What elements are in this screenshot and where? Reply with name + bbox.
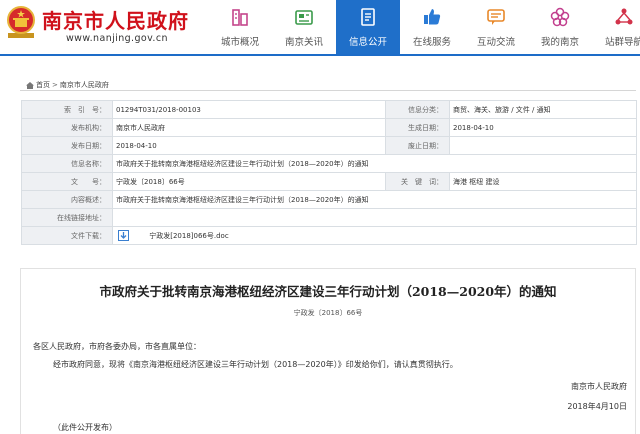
breadcrumb-current[interactable]: 南京市人民政府 xyxy=(60,80,109,90)
issuer-label: 发布机构： xyxy=(21,118,113,137)
created-date-value: 2018-04-10 xyxy=(449,118,637,137)
article-doc-number: 宁政发〔2018〕66号 xyxy=(293,309,363,317)
main-nav: 城市概况 南京关讯 信息公开 在线服务 互动交流 我的南京 站群导航 xyxy=(208,0,640,54)
breadcrumb-separator: > xyxy=(52,81,58,89)
nav-label: 城市概况 xyxy=(220,37,259,48)
publish-date-label: 发布日期： xyxy=(21,136,113,155)
site-title[interactable]: 南京市人民政府 xyxy=(42,5,189,34)
table-row: 文 号： 宁政发〔2018〕66号 关 键 词： 海港 枢纽 建设 xyxy=(21,172,637,191)
breadcrumb: 首页 > 南京市人民政府 xyxy=(26,80,109,90)
site-header: 南京市人民政府 www.nanjing.gov.cn 城市概况 南京关讯 信息公… xyxy=(0,0,640,56)
nav-label: 南京关讯 xyxy=(284,37,323,48)
article-title: 市政府关于批转南京海港枢纽经济区建设三年行动计划（2018—2020年）的通知 xyxy=(99,284,557,299)
abolish-date-label: 废止日期： xyxy=(385,136,450,155)
nav-label: 在线服务 xyxy=(412,37,451,48)
nav-item-city-overview[interactable]: 城市概况 xyxy=(208,0,272,54)
download-icon[interactable] xyxy=(118,230,129,241)
download-label: 文件下载： xyxy=(21,226,113,245)
flower-icon xyxy=(550,7,570,27)
online-link-value xyxy=(112,208,637,227)
nav-item-my-nanjing[interactable]: 我的南京 xyxy=(528,0,592,54)
abolish-date-value xyxy=(449,136,637,155)
document-icon xyxy=(361,8,375,26)
network-icon xyxy=(615,8,633,25)
issuer-value: 南京市人民政府 xyxy=(112,118,386,137)
online-link-label: 在线链接地址： xyxy=(21,208,113,227)
index-label: 索 引 号： xyxy=(21,100,113,119)
site-url: www.nanjing.gov.cn xyxy=(66,33,168,44)
table-row: 发布机构： 南京市人民政府 生成日期： 2018-04-10 xyxy=(21,118,637,137)
doc-number-label: 文 号： xyxy=(21,172,113,191)
nav-label: 我的南京 xyxy=(540,37,579,48)
created-date-label: 生成日期： xyxy=(385,118,450,137)
download-file-link[interactable]: 宁政发[2018]066号.doc xyxy=(149,232,228,240)
nav-item-info-disclosure[interactable]: 信息公开 xyxy=(336,0,400,54)
nav-label: 互动交流 xyxy=(476,37,515,48)
doc-number-value: 宁政发〔2018〕66号 xyxy=(112,172,386,191)
table-row: 索 引 号： 01294T031/2018-00103 信息分类： 商贸、海关、… xyxy=(21,100,637,119)
keywords-value: 海港 枢纽 建设 xyxy=(449,172,637,191)
nav-item-nanjing-news[interactable]: 南京关讯 xyxy=(272,0,336,54)
home-icon xyxy=(26,81,34,89)
nav-label: 信息公开 xyxy=(348,37,387,48)
thumbs-up-icon xyxy=(424,9,441,25)
table-row: 文件下载： 宁政发[2018]066号.doc xyxy=(21,226,637,245)
category-value: 商贸、海关、旅游 / 文件 / 通知 xyxy=(449,100,637,119)
summary-value: 市政府关于批转南京海港枢纽经济区建设三年行动计划（2018—2020年）的通知 xyxy=(112,190,637,209)
article-date: 2018年4月10日 xyxy=(567,402,627,411)
nav-item-interaction[interactable]: 互动交流 xyxy=(464,0,528,54)
chat-icon xyxy=(487,9,505,25)
table-row: 内容概述： 市政府关于批转南京海港枢纽经济区建设三年行动计划（2018—2020… xyxy=(21,190,637,209)
index-value: 01294T031/2018-00103 xyxy=(112,100,386,119)
info-metadata-table: 索 引 号： 01294T031/2018-00103 信息分类： 商贸、海关、… xyxy=(21,100,637,245)
info-name-value: 市政府关于批转南京海港枢纽经济区建设三年行动计划（2018—2020年）的通知 xyxy=(112,154,637,173)
keywords-label: 关 键 词： xyxy=(385,172,450,191)
category-label: 信息分类： xyxy=(385,100,450,119)
news-icon xyxy=(295,10,313,25)
building-icon xyxy=(232,9,248,26)
article-addressees: 各区人民政府，市府各委办局，市各直属单位： xyxy=(33,342,201,351)
article-signer: 南京市人民政府 xyxy=(571,382,627,391)
info-name-label: 信息名称： xyxy=(21,154,113,173)
summary-label: 内容概述： xyxy=(21,190,113,209)
table-row: 发布日期： 2018-04-10 废止日期： xyxy=(21,136,637,155)
breadcrumb-home[interactable]: 首页 xyxy=(36,80,50,90)
article-body: 经市政府同意，现将《南京海港枢纽经济区建设三年行动计划（2018—2020年）》… xyxy=(53,360,458,369)
table-row: 信息名称： 市政府关于批转南京海港枢纽经济区建设三年行动计划（2018—2020… xyxy=(21,154,637,173)
nav-item-online-service[interactable]: 在线服务 xyxy=(400,0,464,54)
publish-date-value: 2018-04-10 xyxy=(112,136,386,155)
article: 市政府关于批转南京海港枢纽经济区建设三年行动计划（2018—2020年）的通知 … xyxy=(20,268,636,434)
table-row: 在线链接地址： xyxy=(21,208,637,227)
article-public-note: （此件公开发布） xyxy=(53,423,117,432)
divider xyxy=(20,90,636,91)
nav-item-site-navigation[interactable]: 站群导航 xyxy=(592,0,640,54)
nav-label: 站群导航 xyxy=(604,37,640,48)
download-cell: 宁政发[2018]066号.doc xyxy=(112,226,637,245)
national-emblem-icon xyxy=(7,6,35,38)
